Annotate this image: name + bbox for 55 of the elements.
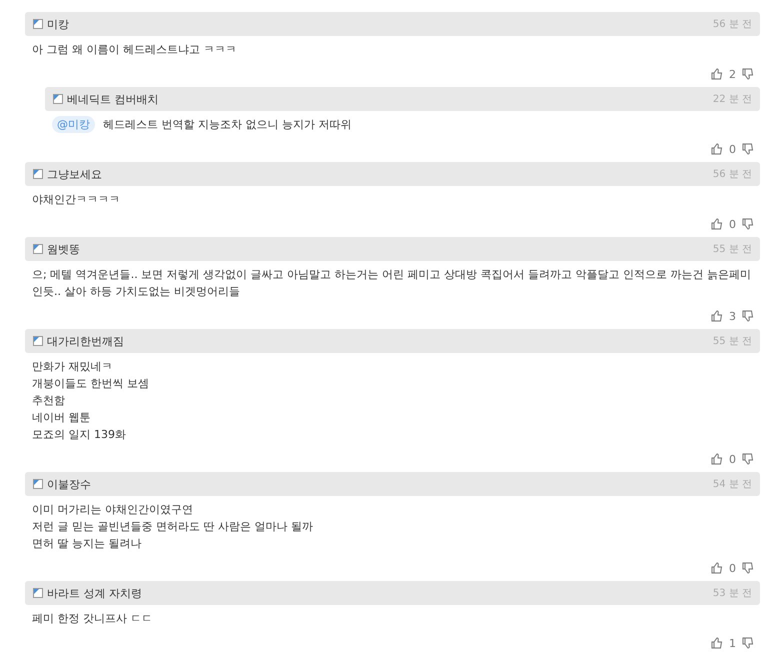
comment-time: 54 분 전 <box>712 478 752 491</box>
thumbs-down-icon[interactable] <box>742 310 754 322</box>
like-count: 3 <box>729 310 736 322</box>
avatar-icon <box>53 94 63 104</box>
thumbs-up-icon[interactable] <box>711 218 723 230</box>
thumbs-up-icon[interactable] <box>711 68 723 80</box>
avatar-icon <box>33 19 43 29</box>
username[interactable]: 대가리한번깨짐 <box>47 334 124 348</box>
avatar-icon <box>33 479 43 489</box>
thumbs-up-icon[interactable] <box>711 637 723 649</box>
thumbs-down-icon[interactable] <box>742 218 754 230</box>
thumbs-up-icon[interactable] <box>711 143 723 155</box>
comment-time: 22 분 전 <box>712 93 752 106</box>
comment-text: 야채인간ㅋㅋㅋㅋ <box>32 192 121 208</box>
comment-time: 55 분 전 <box>712 335 752 348</box>
avatar-icon <box>33 336 43 346</box>
username[interactable]: 이불장수 <box>47 476 91 492</box>
thumbs-up-icon[interactable] <box>711 453 723 465</box>
thumbs-down-icon[interactable] <box>742 637 754 649</box>
comment-text: 저런 글 믿는 골빈년들중 면허라도 딴 사람은 얼마나 될까 <box>32 519 314 535</box>
comment-text: 만화가 재밌네ㅋ <box>32 359 114 375</box>
username[interactable]: 미캉 <box>47 16 69 32</box>
comment-text: 개붕이들도 한번씩 보셈 <box>32 376 150 392</box>
avatar-icon <box>33 588 43 598</box>
username[interactable]: 그냥보세요 <box>47 166 102 182</box>
comment-time: 56 분 전 <box>712 168 752 181</box>
username[interactable]: 웜벳똥 <box>47 242 80 256</box>
avatar-icon <box>33 169 43 179</box>
comment-text: 모죠의 일지 139화 <box>32 427 127 443</box>
thumbs-down-icon[interactable] <box>742 143 754 155</box>
like-count: 0 <box>729 142 736 156</box>
thumbs-down-icon[interactable] <box>742 68 754 80</box>
like-count: 2 <box>729 68 736 80</box>
comment-time: 56 분 전 <box>712 18 752 31</box>
username[interactable]: 바라트 성계 자치령 <box>47 586 142 600</box>
comment-text: 페미 한정 갓니프사 ㄷㄷ <box>32 611 154 627</box>
thumbs-up-icon[interactable] <box>711 310 723 322</box>
comment-text: 네이버 웹툰 <box>32 410 92 426</box>
comment-text: 면허 딸 능지는 될려나 <box>32 536 142 552</box>
comment-text: 으; 메텔 역겨운년들.. 보면 저렇게 생각없이 글싸고 아님말고 하는거는 어린 페미고 상대방 콕집어서 들려까고 악플달고 인적으로 까는건 늙은페미 인듯.. 살아 하등 가치도없는 비겟멍어리들 <box>32 267 752 300</box>
thumbs-down-icon[interactable] <box>742 453 754 465</box>
thumbs-down-icon[interactable] <box>742 562 754 574</box>
comment-text: 이미 머가리는 야채인간이였구연 <box>32 502 194 518</box>
username[interactable]: 베네딕트 컴버배치 <box>67 92 158 106</box>
comment-text: 헤드레스트 번역할 지능조차 없으니 능지가 저따위 <box>103 117 352 133</box>
like-count: 0 <box>729 218 736 230</box>
comment-text: 아 그럼 왜 이름이 헤드레스트냐고 ㅋㅋㅋ <box>32 42 238 58</box>
like-count: 0 <box>729 452 736 466</box>
comment-text: 추천함 <box>32 393 66 409</box>
avatar-icon <box>33 244 43 254</box>
thumbs-up-icon[interactable] <box>711 562 723 574</box>
comment-time: 53 분 전 <box>712 587 752 600</box>
comment-time: 55 분 전 <box>712 243 752 256</box>
like-count: 1 <box>729 636 736 650</box>
like-count: 0 <box>729 562 736 574</box>
